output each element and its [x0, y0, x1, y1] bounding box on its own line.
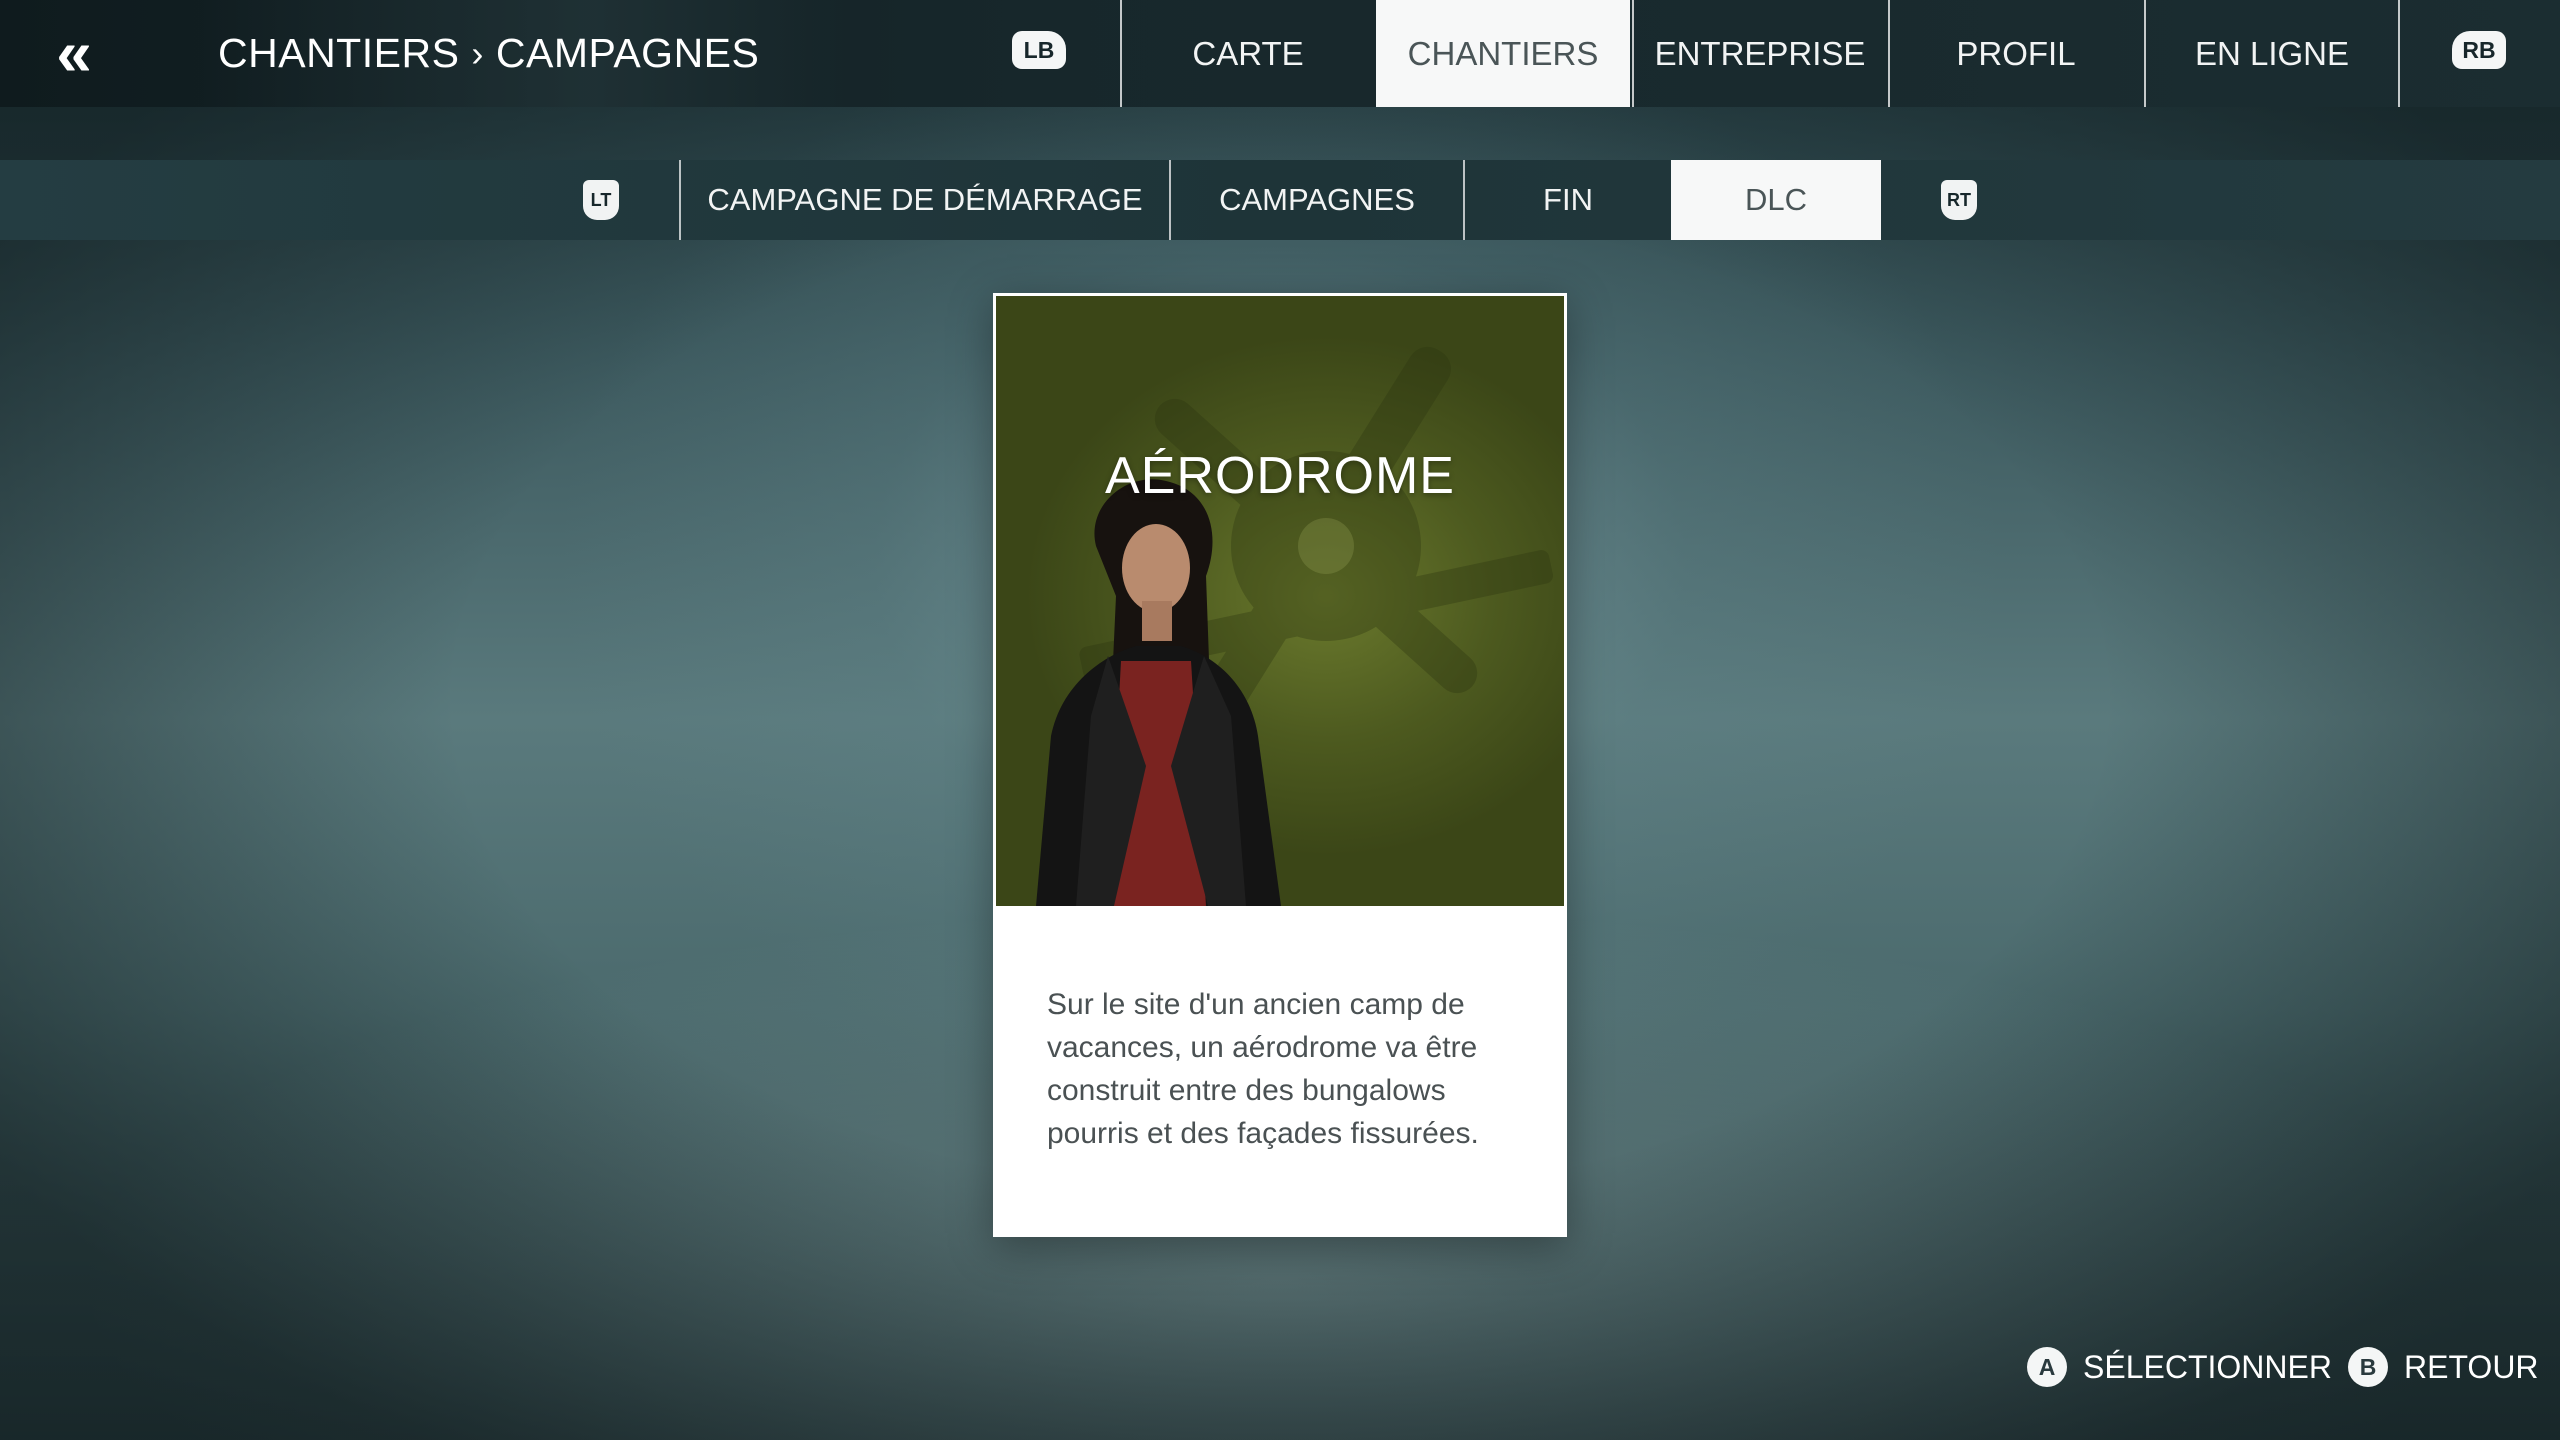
b-button-icon: B: [2348, 1347, 2388, 1387]
lb-button-icon[interactable]: LB: [1012, 31, 1066, 69]
campaign-card[interactable]: AÉRODROME Sur le site d'un ancien camp d…: [993, 293, 1567, 1237]
tab-chantiers[interactable]: CHANTIERS: [1376, 0, 1630, 107]
breadcrumb-current: CAMPAGNES: [495, 30, 760, 76]
select-prompt[interactable]: A SÉLECTIONNER: [2027, 1344, 2332, 1390]
campaign-title: AÉRODROME: [1105, 447, 1455, 505]
select-label: SÉLECTIONNER: [2083, 1348, 2332, 1385]
tab-profil[interactable]: PROFIL: [1888, 0, 2142, 107]
back-prompt[interactable]: B RETOUR: [2348, 1344, 2539, 1390]
top-navigation-bar: « CHANTIERS › CAMPAGNES LB CARTE CHANTIE…: [0, 0, 2560, 107]
sub-navigation-bar: LT CAMPAGNE DE DÉMARRAGE CAMPAGNES FIN D…: [0, 160, 2560, 240]
back-double-chevron-icon[interactable]: «: [38, 18, 110, 88]
breadcrumb: CHANTIERS › CAMPAGNES: [200, 0, 848, 107]
tab-entreprise[interactable]: ENTREPRISE: [1632, 0, 1886, 107]
a-button-icon: A: [2027, 1347, 2067, 1387]
rb-button-icon[interactable]: RB: [2452, 31, 2506, 69]
subtab-campagnes[interactable]: CAMPAGNES: [1169, 160, 1463, 240]
rt-trigger-icon[interactable]: RT: [1941, 180, 1977, 220]
campaign-card-image: AÉRODROME: [996, 296, 1564, 906]
campaign-description: Sur le site d'un ancien camp de vacances…: [1047, 988, 1479, 1150]
airplane-and-character-illustration: [1036, 346, 1554, 906]
back-label: RETOUR: [2404, 1348, 2539, 1385]
breadcrumb-chevron-icon: ›: [471, 32, 484, 74]
tab-carte[interactable]: CARTE: [1120, 0, 1374, 107]
subtab-fin[interactable]: FIN: [1463, 160, 1671, 240]
subtab-campagne-de-demarrage[interactable]: CAMPAGNE DE DÉMARRAGE: [679, 160, 1169, 240]
subtab-dlc[interactable]: DLC: [1671, 160, 1881, 240]
tab-en-ligne[interactable]: EN LIGNE: [2144, 0, 2398, 107]
tab-divider: [2398, 0, 2400, 107]
lt-trigger-icon[interactable]: LT: [583, 180, 619, 220]
breadcrumb-parent: CHANTIERS: [218, 30, 460, 76]
